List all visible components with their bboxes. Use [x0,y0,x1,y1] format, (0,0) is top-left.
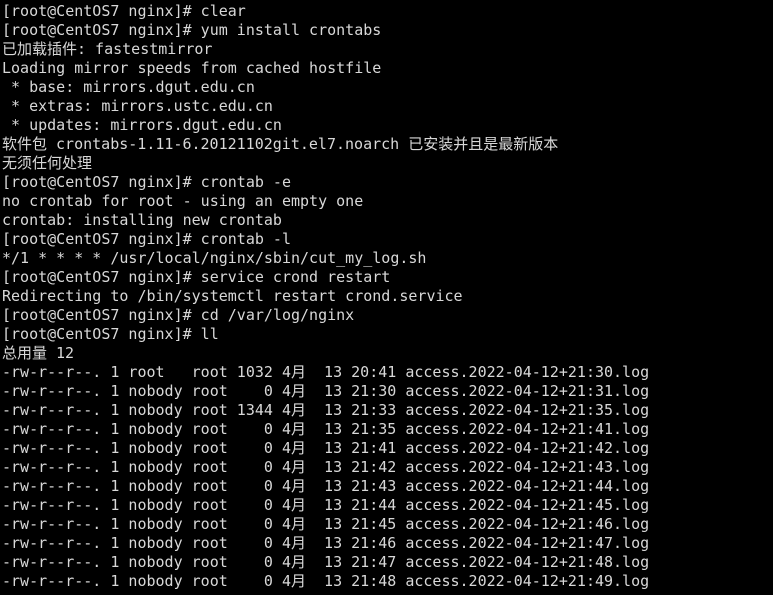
terminal-line: -rw-r--r--. 1 nobody root 1344 4月 13 21:… [2,401,650,419]
terminal-line: [root@CentOS7 nginx]# service crond rest… [2,268,391,286]
terminal-line: [root@CentOS7 nginx]# cd /var/log/nginx [2,306,355,324]
terminal-line: 已加载插件: fastestmirror [2,40,213,58]
terminal-line: -rw-r--r--. 1 nobody root 0 4月 13 21:46 … [2,534,650,552]
terminal-line: -rw-r--r--. 1 nobody root 0 4月 13 21:48 … [2,572,650,590]
terminal-line: -rw-r--r--. 1 nobody root 0 4月 13 21:30 … [2,382,650,400]
terminal-line: [root@CentOS7 nginx]# clear [2,2,246,20]
terminal-line: -rw-r--r--. 1 nobody root 0 4月 13 21:44 … [2,496,650,514]
terminal-line: -rw-r--r--. 1 nobody root 0 4月 13 21:47 … [2,553,650,571]
terminal-line: -rw-r--r--. 1 nobody root 0 4月 13 21:41 … [2,439,650,457]
terminal-line: 总用量 12 [2,344,75,362]
terminal-line: Redirecting to /bin/systemctl restart cr… [2,287,463,305]
terminal-line: 无须任何处理 [2,154,93,172]
terminal-line: Loading mirror speeds from cached hostfi… [2,59,382,77]
terminal-line: * updates: mirrors.dgut.edu.cn [2,116,282,134]
terminal-line: [root@CentOS7 nginx]# ll [2,325,219,343]
terminal-line: * extras: mirrors.ustc.edu.cn [2,97,273,115]
terminal-line: -rw-r--r--. 1 nobody root 0 4月 13 21:35 … [2,420,650,438]
terminal-line: 软件包 crontabs-1.11-6.20121102git.el7.noar… [2,135,559,153]
terminal-line: */1 * * * * /usr/local/nginx/sbin/cut_my… [2,249,427,267]
terminal-line: [root@CentOS7 nginx]# crontab -l [2,230,291,248]
terminal-line: -rw-r--r--. 1 nobody root 0 4月 13 21:42 … [2,458,650,476]
terminal-screen[interactable]: [root@CentOS7 nginx]# clear [root@CentOS7… [0,0,773,595]
terminal-line: -rw-r--r--. 1 nobody root 0 4月 13 21:45 … [2,515,650,533]
terminal-line: -rw-r--r--. 1 root root 1032 4月 13 20:41… [2,363,650,381]
terminal-line: * base: mirrors.dgut.edu.cn [2,78,255,96]
terminal-line: crontab: installing new crontab [2,211,282,229]
terminal-line: [root@CentOS7 nginx]# yum install cronta… [2,21,382,39]
terminal-line: no crontab for root - using an empty one [2,192,364,210]
terminal-line: -rw-r--r--. 1 nobody root 0 4月 13 21:43 … [2,477,650,495]
terminal-line: [root@CentOS7 nginx]# crontab -e [2,173,291,191]
